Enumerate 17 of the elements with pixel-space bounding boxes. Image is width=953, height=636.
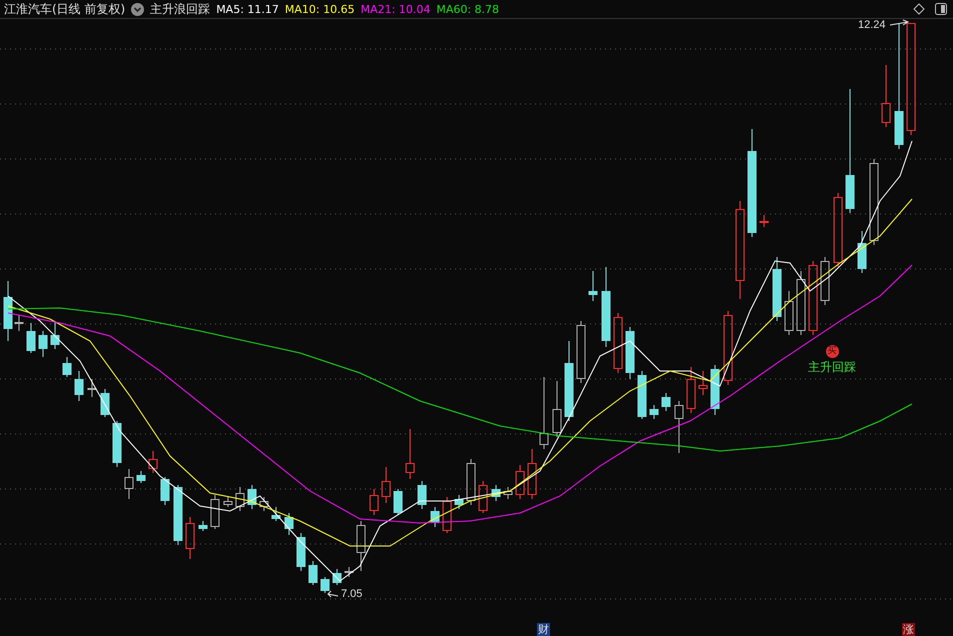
diamond-icon[interactable] — [913, 3, 925, 15]
event-marker[interactable]: 涨 — [902, 623, 915, 636]
low-price-label: 7.05 — [341, 588, 362, 600]
high-price-label: 12.24 — [858, 19, 886, 31]
moving-average-value: MA5: 11.17 — [216, 2, 279, 16]
leader-line — [327, 590, 338, 598]
stock-title: 江淮汽车(日线 前复权) — [4, 0, 126, 18]
moving-average-value: MA21: 10.04 — [360, 2, 430, 16]
moving-average-value: MA60: 8.78 — [436, 2, 500, 16]
indicator-name: 主升浪回踩 — [150, 0, 210, 18]
moving-average-value: MA10: 10.65 — [284, 2, 355, 16]
event-marker[interactable]: 财 — [537, 623, 550, 636]
panel-toggle-icon[interactable] — [935, 3, 947, 15]
buy-signal-badge: 买 — [826, 345, 838, 358]
dropdown-icon[interactable] — [131, 2, 144, 16]
signal-label: 主升回踩 — [808, 359, 856, 376]
leader-line — [890, 20, 910, 26]
